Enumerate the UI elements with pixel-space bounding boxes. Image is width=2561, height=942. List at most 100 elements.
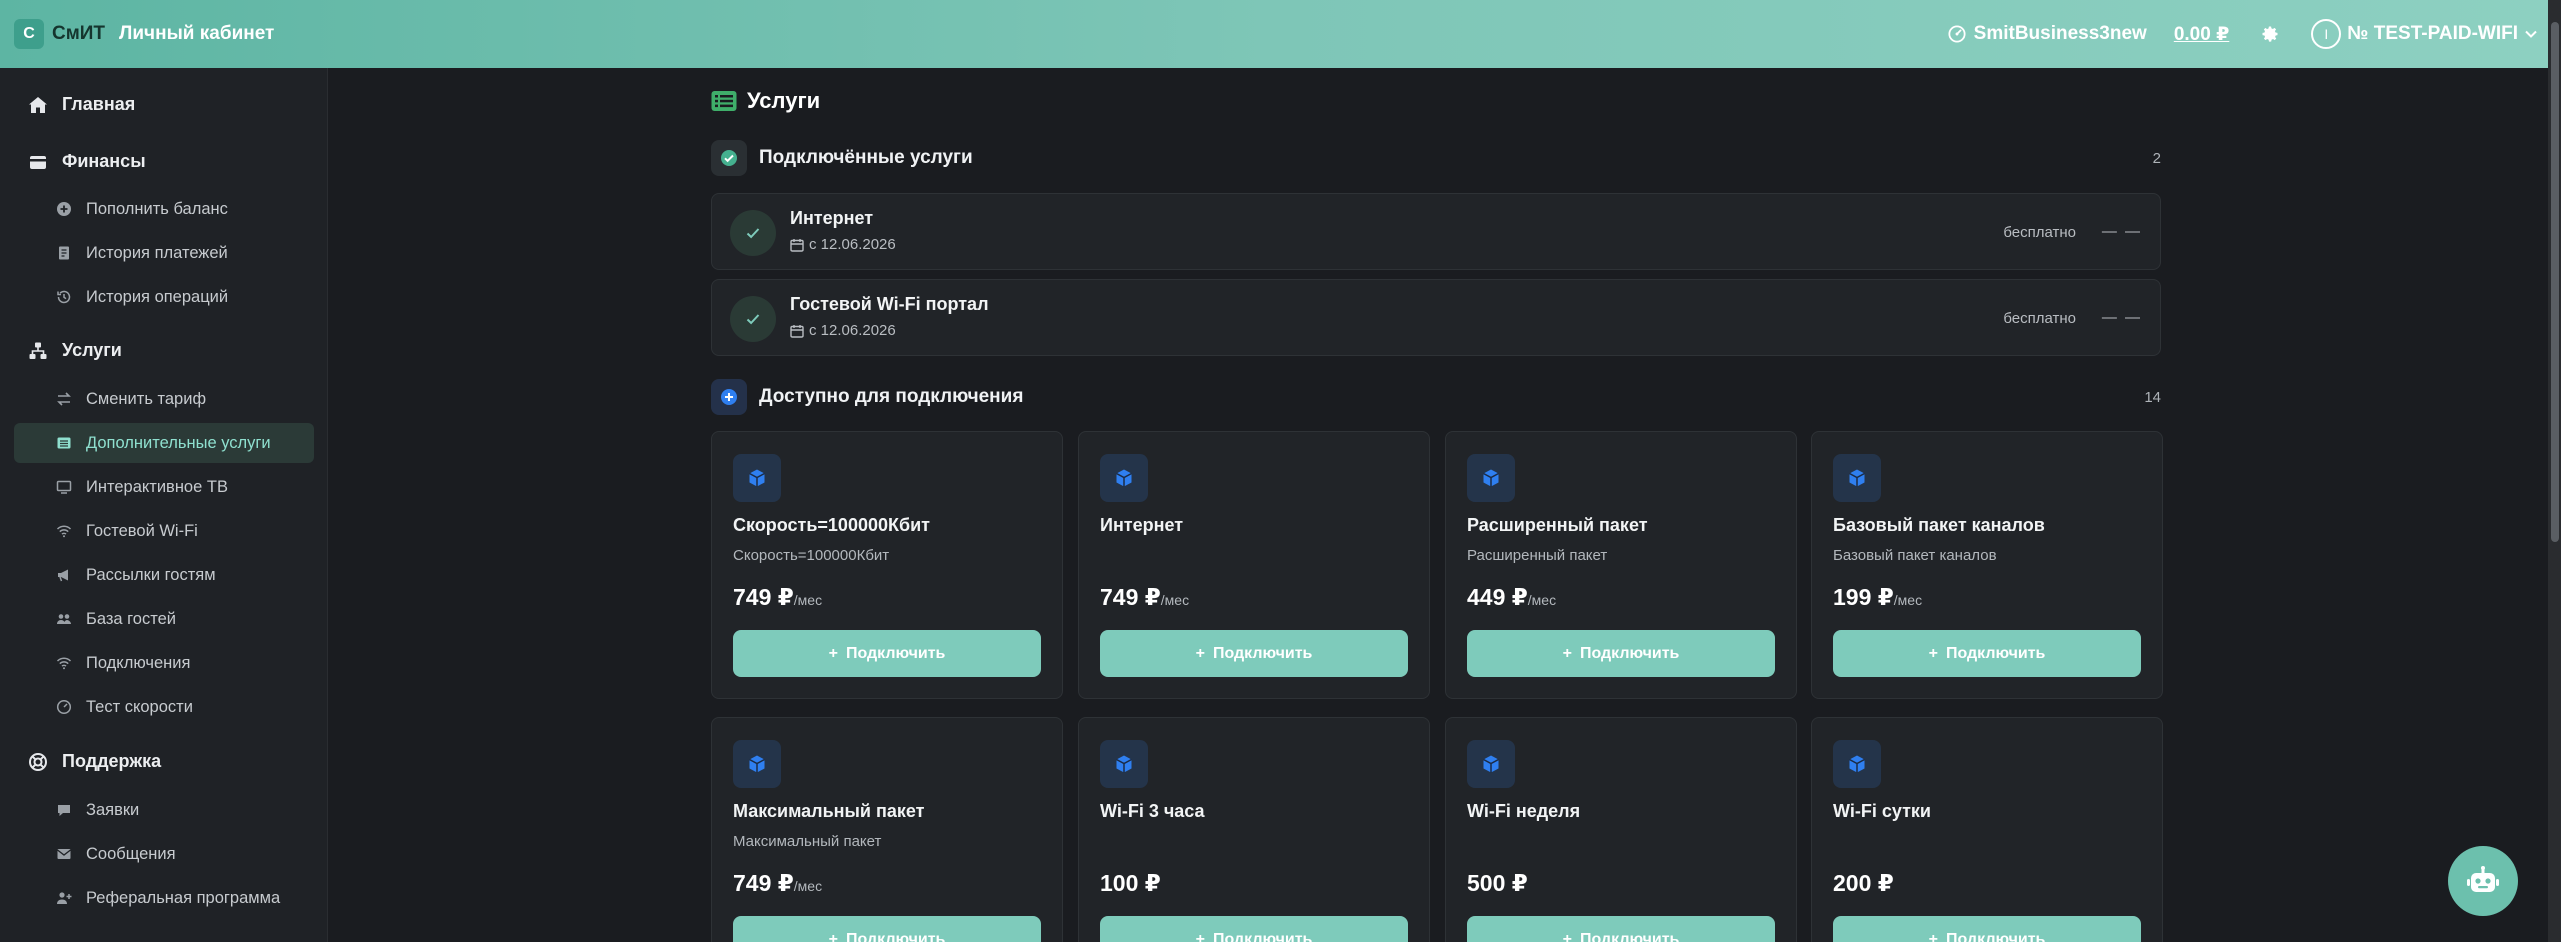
card-price-period: /мес — [1160, 592, 1190, 608]
cube-icon — [1467, 740, 1515, 788]
sidebar-item-label: История операций — [86, 287, 229, 306]
sidebar-item-label: Подключения — [86, 653, 191, 672]
sidebar-item-label: Гостевой Wi-Fi — [86, 521, 198, 540]
service-name: Интернет — [790, 208, 874, 228]
card-price: 749 ₽/мес — [1100, 584, 1189, 611]
connect-button-label: Подключить — [1212, 930, 1313, 942]
service-date-text: с 12.06.2026 — [809, 236, 896, 253]
account-selector[interactable]: SmitBusiness3new — [1948, 23, 2147, 45]
sidebar-item-label: Дополнительные услуги — [86, 433, 271, 452]
cube-icon — [1833, 454, 1881, 502]
card-title: Расширенный пакет — [1467, 515, 1648, 535]
user-menu[interactable]: I № TEST-PAID-WIFI — [2311, 19, 2538, 49]
cube-icon — [733, 740, 781, 788]
calendar-icon — [790, 324, 804, 338]
card-price-period: /мес — [793, 878, 823, 894]
sidebar-item-label: Реферальная программа — [86, 888, 281, 907]
page-title: Услуги — [711, 88, 820, 114]
service-extra: — — — [2101, 309, 2142, 326]
card-price-value: 200 ₽ — [1833, 870, 1894, 896]
sidebar-item-tickets[interactable]: Заявки — [14, 790, 314, 830]
connect-button[interactable]: + Подключить — [1100, 630, 1408, 677]
sidebar-section-label: Услуги — [62, 340, 122, 360]
card-price: 100 ₽ — [1100, 870, 1161, 897]
card-price-value: 449 ₽ — [1467, 584, 1528, 610]
plus-icon: + — [1562, 930, 1572, 942]
connect-button[interactable]: + Подключить — [733, 916, 1041, 942]
card-price-period: /мес — [1893, 592, 1923, 608]
connect-button[interactable]: + Подключить — [1467, 916, 1775, 942]
chat-bot-button[interactable] — [2448, 846, 2518, 916]
connect-button[interactable]: + Подключить — [733, 630, 1041, 677]
avatar: I — [2311, 19, 2342, 49]
card-price: 200 ₽ — [1833, 870, 1894, 897]
connect-button-label: Подключить — [1212, 644, 1313, 662]
connect-button[interactable]: + Подключить — [1833, 630, 2141, 677]
sidebar-item-topup[interactable]: Пополнить баланс — [14, 189, 314, 229]
section-count: 2 — [2152, 149, 2161, 167]
robot-icon — [2467, 866, 2499, 892]
card-subtitle: Максимальный пакет — [733, 833, 882, 850]
connect-button[interactable]: + Подключить — [1467, 630, 1775, 677]
connect-button-label: Подключить — [845, 644, 946, 662]
plus-circle-icon — [711, 379, 747, 415]
service-card: Интернет 749 ₽/мес + Подключить — [1078, 431, 1430, 699]
sidebar-item-speed-test[interactable]: Тест скорости — [14, 687, 314, 727]
section-title: Подключённые услуги — [759, 147, 973, 168]
plus-icon: + — [1195, 930, 1205, 942]
sidebar-section-support[interactable]: Поддержка — [28, 751, 161, 772]
service-extra: — — — [2101, 223, 2142, 240]
connect-button[interactable]: + Подключить — [1100, 916, 1408, 942]
megaphone-icon — [58, 569, 68, 582]
sidebar-item-payment-history[interactable]: История платежей — [14, 233, 314, 273]
card-price: 749 ₽/мес — [733, 870, 822, 897]
speedometer-icon — [1948, 25, 1966, 43]
connected-service-row[interactable]: Гостевой Wi-Fi портал с 12.06.2026 беспл… — [711, 279, 2161, 356]
scrollbar-thumb[interactable] — [2551, 22, 2559, 542]
check-circle-icon — [711, 140, 747, 176]
cube-icon — [733, 454, 781, 502]
logo-mark: С — [14, 19, 44, 49]
settings-button[interactable] — [2259, 23, 2281, 45]
logo[interactable]: С СмИТ — [14, 19, 105, 49]
list-icon — [711, 91, 737, 111]
sidebar-item-interactive-tv[interactable]: Интерактивное ТВ — [14, 467, 314, 507]
sidebar-item-guest-mailings[interactable]: Рассылки гостям — [14, 555, 314, 595]
sidebar-item-label: Заявки — [86, 800, 140, 819]
sidebar-item-referral[interactable]: Реферальная программа — [14, 878, 314, 918]
plus-icon: + — [828, 930, 838, 942]
sidebar-item-guest-base[interactable]: База гостей — [14, 599, 314, 639]
check-icon — [730, 210, 776, 256]
card-price-value: 199 ₽ — [1833, 584, 1894, 610]
sidebar-item-change-tariff[interactable]: Сменить тариф — [14, 379, 314, 419]
service-card: Wi-Fi сутки 200 ₽ + Подключить — [1811, 717, 2163, 942]
sidebar-item-guest-wifi[interactable]: Гостевой Wi-Fi — [14, 511, 314, 551]
connect-button[interactable]: + Подключить — [1833, 916, 2141, 942]
sidebar-item-label: История платежей — [86, 243, 228, 262]
card-subtitle: Базовый пакет каналов — [1833, 547, 1997, 564]
page-scrollbar[interactable] — [2548, 0, 2561, 942]
sidebar-item-label: Рассылки гостям — [86, 565, 216, 584]
card-price: 749 ₽/мес — [733, 584, 822, 611]
sidebar-section-services[interactable]: Услуги — [28, 340, 122, 361]
sidebar-item-connections[interactable]: Подключения — [14, 643, 314, 683]
sidebar-item-additional-services[interactable]: Дополнительные услуги — [14, 423, 314, 463]
card-title: Базовый пакет каналов — [1833, 515, 2045, 535]
sidebar-item-home[interactable]: Главная — [28, 94, 135, 115]
plus-icon: + — [1562, 644, 1572, 662]
section-title: Доступно для подключения — [759, 386, 1024, 407]
service-card: Расширенный пакет Расширенный пакет 449 … — [1445, 431, 1797, 699]
service-card: Wi-Fi 3 часа 100 ₽ + Подключить — [1078, 717, 1430, 942]
connect-button-label: Подключить — [1945, 644, 2046, 662]
connected-service-row[interactable]: Интернет с 12.06.2026 бесплатно — — — [711, 193, 2161, 270]
sidebar-section-finance[interactable]: Финансы — [28, 151, 146, 172]
card-title: Интернет — [1100, 515, 1184, 535]
sidebar-item-operations-history[interactable]: История операций — [14, 277, 314, 317]
account-name: SmitBusiness3new — [1973, 23, 2147, 44]
sidebar-item-messages[interactable]: Сообщения — [14, 834, 314, 874]
service-card: Максимальный пакет Максимальный пакет 74… — [711, 717, 1063, 942]
card-price-value: 500 ₽ — [1467, 870, 1528, 896]
connect-button-label: Подключить — [1579, 644, 1680, 662]
card-price-value: 749 ₽ — [733, 870, 794, 896]
balance-link[interactable]: 0.00 ₽ — [2174, 23, 2229, 46]
